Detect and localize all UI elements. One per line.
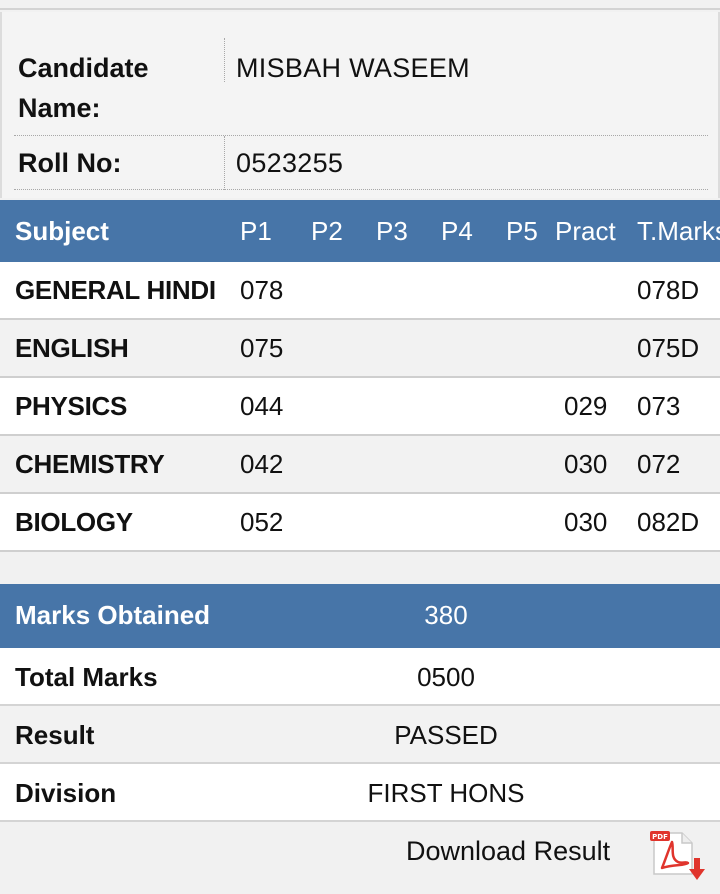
result-summary-table: Marks Obtained 380 Total Marks 0500 Resu… — [0, 584, 720, 822]
table-header-row: Subject P1 P2 P3 P4 P5 Pract T.Marks — [0, 200, 720, 262]
header-p4: P4 — [441, 216, 473, 246]
header-practical: Pract — [555, 216, 616, 246]
marks-obtained-row: Marks Obtained 380 — [0, 584, 720, 648]
subject-name: GENERAL HINDI — [15, 275, 216, 305]
table-row: ENGLISH 075 075D — [0, 320, 720, 378]
table-row: BIOLOGY 052 030 082D — [0, 494, 720, 552]
header-p5: P5 — [506, 216, 538, 246]
top-divider — [0, 8, 720, 10]
header-p2: P2 — [311, 216, 343, 246]
column-divider — [224, 136, 225, 190]
column-divider — [224, 38, 225, 82]
subject-name: CHEMISTRY — [15, 449, 165, 479]
practical-mark: 030 — [564, 449, 608, 479]
table-row: CHEMISTRY 042 030 072 — [0, 436, 720, 494]
result-row: Result PASSED — [0, 706, 720, 764]
roll-number-label: Roll No: — [18, 148, 122, 178]
division-label: Division — [15, 778, 117, 808]
svg-text:PDF: PDF — [652, 833, 668, 841]
marks-obtained-value: 380 — [424, 600, 468, 630]
p1-mark: 075 — [240, 333, 284, 363]
p1-mark: 044 — [240, 391, 284, 421]
total-marks-label: Total Marks — [15, 662, 158, 692]
download-result-link[interactable]: Download Result — [406, 832, 610, 870]
marks-obtained-label: Marks Obtained — [15, 600, 211, 630]
total-marks-row: Total Marks 0500 — [0, 648, 720, 706]
candidate-name-value: MISBAH WASEEM — [236, 53, 470, 83]
header-p1: P1 — [240, 216, 272, 246]
candidate-name-row: Candidate Name: MISBAH WASEEM — [14, 24, 708, 136]
division-value: FIRST HONS — [367, 778, 525, 808]
practical-mark: 030 — [564, 507, 608, 537]
candidate-name-label: Candidate Name: — [18, 53, 149, 123]
subject-name: PHYSICS — [15, 391, 128, 421]
subject-name: ENGLISH — [15, 333, 129, 363]
total-mark: 082D — [637, 507, 700, 537]
roll-number-row: Roll No: 0523255 — [14, 136, 708, 190]
total-marks-value: 0500 — [417, 662, 475, 692]
candidate-info-panel: Candidate Name: MISBAH WASEEM Roll No: 0… — [0, 12, 720, 198]
table-row: GENERAL HINDI 078 078D — [0, 262, 720, 320]
roll-number-value: 0523255 — [236, 148, 344, 178]
practical-mark: 029 — [564, 391, 608, 421]
result-value: PASSED — [394, 720, 498, 750]
total-mark: 075D — [637, 333, 700, 363]
header-p3: P3 — [376, 216, 408, 246]
total-mark: 078D — [637, 275, 700, 305]
p1-mark: 078 — [240, 275, 284, 305]
table-row: PHYSICS 044 029 073 — [0, 378, 720, 436]
p1-mark: 052 — [240, 507, 284, 537]
download-section: Download Result PDF — [0, 822, 720, 894]
total-mark: 072 — [637, 449, 681, 479]
division-row: Division FIRST HONS — [0, 764, 720, 822]
result-label: Result — [15, 720, 95, 750]
pdf-download-icon[interactable]: PDF — [648, 828, 708, 884]
header-subject: Subject — [15, 216, 109, 246]
subject-marks-table: Subject P1 P2 P3 P4 P5 Pract T.Marks GEN… — [0, 200, 720, 552]
total-mark: 073 — [637, 391, 681, 421]
header-total-marks: T.Marks — [637, 216, 720, 246]
subject-name: BIOLOGY — [15, 507, 133, 537]
p1-mark: 042 — [240, 449, 284, 479]
